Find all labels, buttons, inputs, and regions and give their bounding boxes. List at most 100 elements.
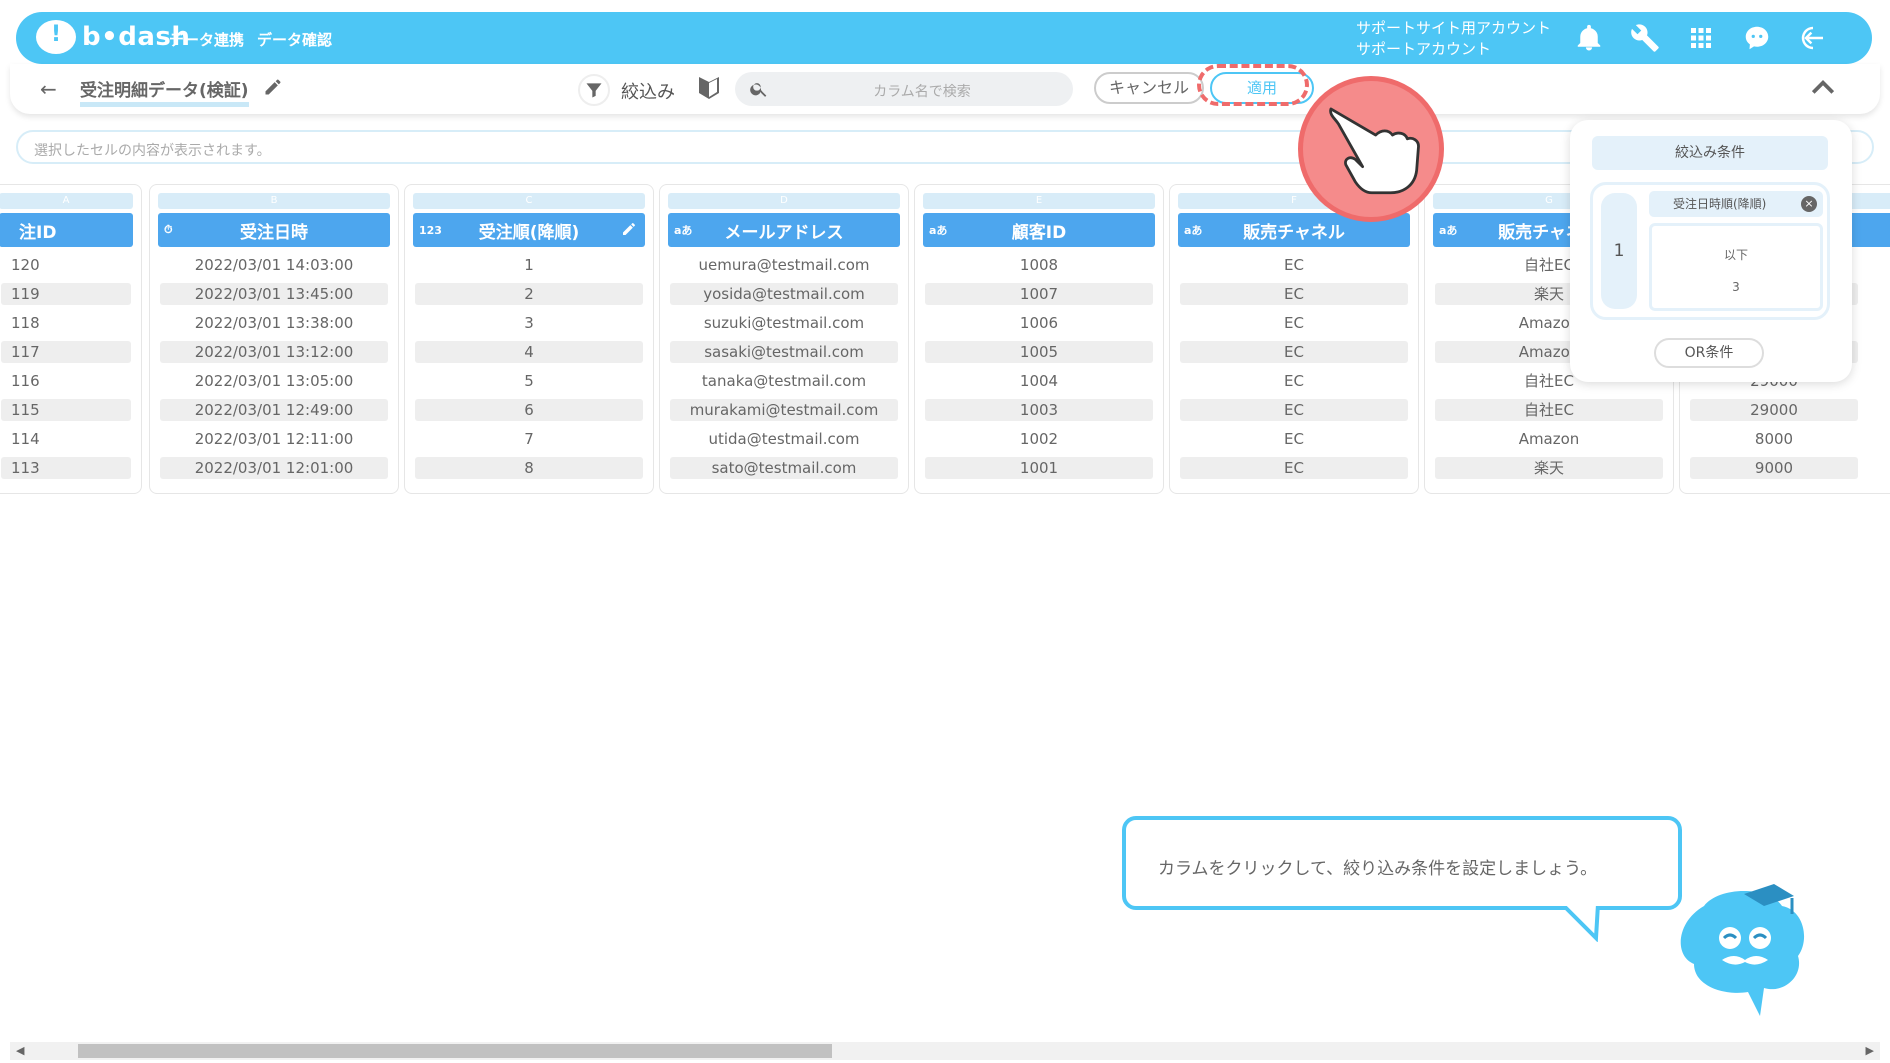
column-header[interactable]: 123 受注順(降順) [413, 213, 645, 247]
table-column[interactable]: E aあ 顧客ID 1008 1007 1006 1005 1004 1003 … [914, 184, 1164, 494]
table-cell[interactable]: 114 [1, 428, 131, 450]
table-cell[interactable]: 自社EC [1435, 399, 1663, 421]
table-cell[interactable]: EC [1180, 341, 1408, 363]
table-cell[interactable]: 1007 [925, 283, 1153, 305]
table-cell[interactable]: 8 [415, 457, 643, 479]
table-cell[interactable]: sato@testmail.com [670, 457, 898, 479]
table-column[interactable]: F aあ 販売チャネル EC EC EC EC EC EC EC EC [1169, 184, 1419, 494]
pencil-icon[interactable] [621, 221, 637, 237]
table-cell[interactable]: 7 [415, 428, 643, 450]
table-cell[interactable]: 2 [415, 283, 643, 305]
table-column[interactable]: D aあ メールアドレス uemura@testmail.com yosida@… [659, 184, 909, 494]
table-cell[interactable]: 9000 [1690, 457, 1858, 479]
table-cell[interactable]: EC [1180, 399, 1408, 421]
table-cell[interactable]: 115 [1, 399, 131, 421]
table-cell[interactable]: 2022/03/01 12:49:00 [160, 399, 388, 421]
table-cell[interactable]: 1001 [925, 457, 1153, 479]
filter-value[interactable]: 3 [1652, 280, 1820, 294]
cancel-button[interactable]: キャンセル [1094, 72, 1204, 104]
page-title[interactable]: 受注明細データ(検証) [80, 76, 249, 107]
or-condition-button[interactable]: OR条件 [1654, 338, 1764, 368]
table-cell[interactable]: 2022/03/01 13:12:00 [160, 341, 388, 363]
column-header[interactable]: ⏱ 受注日時 [158, 213, 390, 247]
pencil-icon[interactable] [263, 77, 283, 97]
filter-panel-title: 絞込み条件 [1592, 136, 1828, 170]
table-cell[interactable]: 1008 [925, 254, 1153, 276]
column-header[interactable]: aあ 顧客ID [923, 213, 1155, 247]
table-cell[interactable]: suzuki@testmail.com [670, 312, 898, 334]
table-cell[interactable]: EC [1180, 428, 1408, 450]
filter-condition-group[interactable]: 1 受注日時順(降順) × 以下 3 [1590, 182, 1830, 320]
column-search-input[interactable]: カラム名で検索 [735, 72, 1073, 106]
account-name-line2: サポートアカウント [1356, 40, 1492, 58]
table-cell[interactable]: EC [1180, 312, 1408, 334]
table-cell[interactable]: tanaka@testmail.com [670, 370, 898, 392]
apps-grid-icon[interactable] [1686, 23, 1716, 53]
nav-data-integration[interactable]: データ連携 [169, 29, 244, 50]
filter-condition-editor[interactable]: 以下 3 [1649, 223, 1823, 311]
table-cell[interactable]: 1005 [925, 341, 1153, 363]
condition-group-number: 1 [1601, 193, 1637, 309]
table-cell[interactable]: 1 [415, 254, 643, 276]
table-cell[interactable]: 8000 [1690, 428, 1858, 450]
filter-operator[interactable]: 以下 [1652, 246, 1820, 263]
table-cell[interactable]: EC [1180, 370, 1408, 392]
scroll-left-arrow-icon[interactable]: ◀ [16, 1044, 24, 1057]
table-cell[interactable]: 2022/03/01 13:38:00 [160, 312, 388, 334]
table-cell[interactable]: EC [1180, 254, 1408, 276]
logo[interactable]: b•dash [36, 20, 190, 54]
table-cell[interactable]: 113 [1, 457, 131, 479]
table-cell[interactable]: 2022/03/01 13:05:00 [160, 370, 388, 392]
filter-icon[interactable] [578, 74, 610, 106]
table-cell[interactable]: 116 [1, 370, 131, 392]
table-cell[interactable]: 119 [1, 283, 131, 305]
bell-icon[interactable] [1574, 23, 1604, 53]
text-type-icon: aあ [1184, 224, 1203, 237]
table-cell[interactable]: 1002 [925, 428, 1153, 450]
table-cell[interactable]: 3 [415, 312, 643, 334]
table-cell[interactable]: 1004 [925, 370, 1153, 392]
scrollbar-thumb[interactable] [78, 1044, 832, 1058]
table-cell[interactable]: murakami@testmail.com [670, 399, 898, 421]
column-header[interactable]: 注ID [0, 213, 133, 247]
table-cell[interactable]: 120 [1, 254, 131, 276]
nav-data-check[interactable]: データ確認 [257, 29, 332, 50]
account-info[interactable]: サポートサイト用アカウント サポートアカウント [1356, 18, 1551, 60]
table-cell[interactable]: utida@testmail.com [670, 428, 898, 450]
close-icon[interactable]: × [1801, 196, 1817, 212]
table-cell[interactable]: uemura@testmail.com [670, 254, 898, 276]
table-cell[interactable]: EC [1180, 283, 1408, 305]
table-cell[interactable]: 4 [415, 341, 643, 363]
table-cell[interactable]: Amazon [1435, 428, 1663, 450]
table-cell[interactable]: 118 [1, 312, 131, 334]
table-cell[interactable]: 1006 [925, 312, 1153, 334]
table-column[interactable]: C 123 受注順(降順) 1 2 3 4 5 6 7 8 [404, 184, 654, 494]
scroll-right-arrow-icon[interactable]: ▶ [1866, 1044, 1874, 1057]
table-column[interactable]: B ⏱ 受注日時 2022/03/01 14:03:00 2022/03/01 … [149, 184, 399, 494]
table-cell[interactable]: 1003 [925, 399, 1153, 421]
beginner-mark-icon[interactable] [698, 75, 720, 101]
column-header[interactable]: aあ メールアドレス [668, 213, 900, 247]
back-arrow-icon[interactable]: ← [40, 77, 57, 101]
table-cell[interactable]: 6 [415, 399, 643, 421]
filter-column-chip[interactable]: 受注日時順(降順) × [1649, 191, 1823, 217]
support-mascot-icon[interactable] [1742, 23, 1772, 53]
horizontal-scrollbar[interactable]: ◀ ▶ [10, 1042, 1880, 1060]
logout-icon[interactable] [1798, 23, 1828, 53]
chevron-up-icon[interactable] [1810, 76, 1836, 98]
column-name: 受注日時 [240, 222, 308, 243]
table-cell[interactable]: 2022/03/01 12:11:00 [160, 428, 388, 450]
table-cell[interactable]: 楽天 [1435, 457, 1663, 479]
table-cell[interactable]: yosida@testmail.com [670, 283, 898, 305]
number-type-icon: 123 [419, 223, 442, 237]
table-cell[interactable]: 2022/03/01 12:01:00 [160, 457, 388, 479]
table-cell[interactable]: EC [1180, 457, 1408, 479]
table-cell[interactable]: sasaki@testmail.com [670, 341, 898, 363]
table-cell[interactable]: 5 [415, 370, 643, 392]
table-cell[interactable]: 117 [1, 341, 131, 363]
table-cell[interactable]: 2022/03/01 13:45:00 [160, 283, 388, 305]
table-cell[interactable]: 2022/03/01 14:03:00 [160, 254, 388, 276]
table-cell[interactable]: 29000 [1690, 399, 1858, 421]
wrench-icon[interactable] [1630, 23, 1660, 53]
table-column[interactable]: A 注ID 120 119 118 117 116 115 114 113 [0, 184, 142, 494]
